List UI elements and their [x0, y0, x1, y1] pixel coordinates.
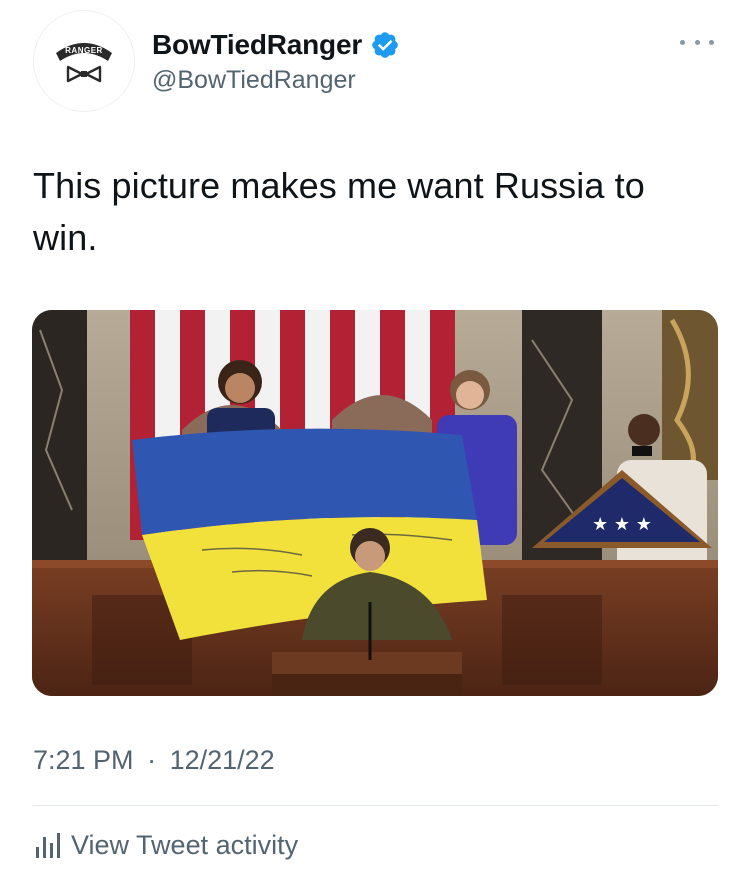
more-dot: [680, 39, 685, 45]
avatar[interactable]: RANGER: [33, 10, 135, 112]
bar-chart-icon: [36, 833, 60, 858]
display-name[interactable]: BowTiedRanger: [152, 29, 362, 61]
user-handle[interactable]: @BowTiedRanger: [152, 66, 356, 95]
verified-badge-icon: [372, 32, 398, 58]
view-tweet-activity-link[interactable]: View Tweet activity: [33, 825, 298, 865]
author-name-row[interactable]: BowTiedRanger: [152, 26, 400, 64]
timestamp[interactable]: 7:21 PM · 12/21/22: [33, 745, 275, 776]
more-dot: [709, 39, 714, 45]
divider: [33, 805, 718, 806]
more-options-icon[interactable]: [680, 34, 714, 50]
avatar-tab-text: RANGER: [65, 46, 103, 55]
svg-text:★ ★ ★: ★ ★ ★: [592, 514, 652, 535]
tweet-date: 12/21/22: [169, 745, 275, 775]
tweet-text: This picture makes me want Russia to win…: [33, 165, 645, 258]
more-dot: [694, 39, 700, 45]
ranger-logo: RANGER: [34, 11, 134, 111]
tweet-time: 7:21 PM: [33, 745, 134, 775]
photo-illustration: ★ ★ ★: [32, 310, 718, 696]
tweet-photo[interactable]: ★ ★ ★: [32, 310, 718, 696]
activity-label: View Tweet activity: [71, 829, 299, 860]
timestamp-separator: ·: [147, 745, 157, 775]
tweet: RANGER BowTiedRanger @BowTiedRanger This…: [0, 0, 749, 886]
